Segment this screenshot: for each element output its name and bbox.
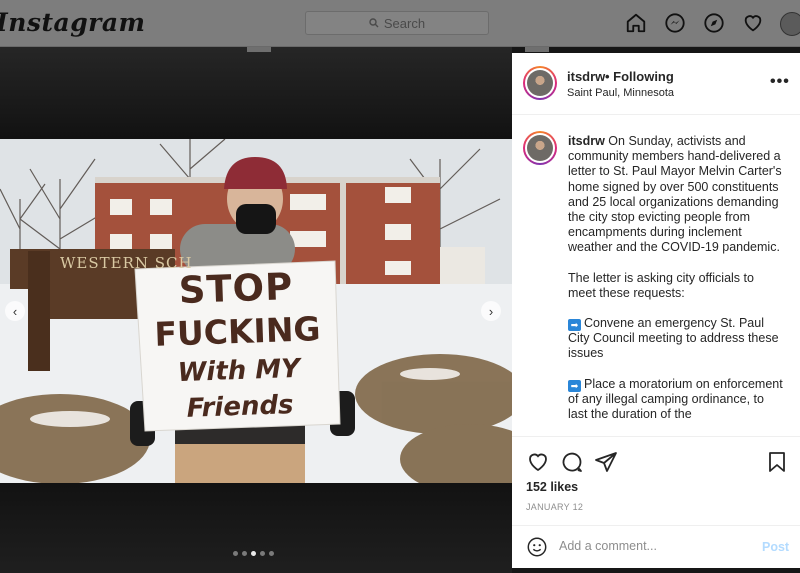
caption-author-avatar[interactable] bbox=[523, 131, 557, 165]
caption-username[interactable]: itsdrw bbox=[568, 134, 605, 148]
caption-paragraph: Place a moratorium on enforcement of any… bbox=[568, 376, 783, 422]
emoji-smiley-icon[interactable] bbox=[526, 536, 548, 558]
carousel-dots bbox=[233, 551, 274, 556]
caption-paragraph: On Sunday, activists and community membe… bbox=[568, 134, 782, 255]
post-header: itsdrw • Following Saint Paul, Minnesota… bbox=[512, 53, 800, 115]
likes-count[interactable]: 152 likes bbox=[526, 480, 578, 494]
backdrop-artifact bbox=[525, 47, 549, 52]
carousel-dot bbox=[260, 551, 265, 556]
caption-area: itsdrw On Sunday, activists and communit… bbox=[512, 115, 800, 437]
caption-paragraph: Convene an emergency St. Paul City Counc… bbox=[568, 316, 779, 361]
search-icon bbox=[369, 18, 379, 28]
post-actions bbox=[526, 450, 618, 474]
carousel-prev-button[interactable]: ‹ bbox=[5, 301, 25, 321]
carousel-dot bbox=[233, 551, 238, 556]
chevron-right-icon: › bbox=[488, 303, 494, 319]
post-comment-button[interactable]: Post bbox=[762, 540, 789, 554]
following-status[interactable]: • Following bbox=[605, 69, 674, 84]
more-options-icon[interactable]: ••• bbox=[770, 73, 790, 91]
carousel-next-button[interactable]: › bbox=[481, 301, 501, 321]
photo-blur-top bbox=[0, 47, 512, 139]
instagram-logo[interactable]: Instagram bbox=[0, 8, 146, 37]
sign-line: FUCKING bbox=[153, 309, 322, 354]
save-bookmark-icon[interactable] bbox=[765, 450, 789, 474]
sign-line: With MY Friends bbox=[177, 353, 301, 424]
caption-text: itsdrw On Sunday, activists and communit… bbox=[568, 134, 783, 436]
author-avatar[interactable] bbox=[523, 66, 557, 100]
carousel-dot bbox=[251, 551, 256, 556]
post-side-panel: itsdrw • Following Saint Paul, Minnesota… bbox=[512, 53, 800, 568]
search-placeholder: Search bbox=[383, 15, 426, 31]
like-heart-icon[interactable] bbox=[526, 450, 550, 474]
right-arrow-emoji-icon: ➡ bbox=[568, 319, 581, 332]
carousel-dot bbox=[269, 551, 274, 556]
right-arrow-emoji-icon: ➡ bbox=[568, 379, 581, 392]
messenger-icon[interactable] bbox=[663, 11, 687, 35]
profile-avatar[interactable] bbox=[780, 12, 800, 36]
activity-heart-icon[interactable] bbox=[741, 11, 765, 35]
comment-input[interactable] bbox=[559, 539, 749, 553]
carousel-dot bbox=[242, 551, 247, 556]
explore-compass-icon[interactable] bbox=[702, 11, 726, 35]
author-username[interactable]: itsdrw bbox=[567, 69, 605, 84]
comment-icon[interactable] bbox=[560, 450, 584, 474]
post-date[interactable]: JANUARY 12 bbox=[526, 502, 583, 512]
caption-paragraph: The letter is asking city officials to m… bbox=[568, 270, 754, 300]
home-icon[interactable] bbox=[624, 11, 648, 35]
post-location[interactable]: Saint Paul, Minnesota bbox=[567, 87, 674, 99]
backdrop-artifact bbox=[247, 47, 271, 52]
protest-sign-text: STOP FUCKING With MY Friends bbox=[135, 264, 340, 431]
chevron-left-icon: ‹ bbox=[12, 303, 18, 319]
photo-blur-bottom bbox=[0, 483, 512, 573]
share-paper-plane-icon[interactable] bbox=[594, 450, 618, 474]
search-box[interactable]: Search bbox=[305, 11, 489, 35]
comment-bar: Post bbox=[512, 525, 800, 568]
top-navigation: Instagram Search bbox=[0, 0, 800, 47]
sign-line: STOP bbox=[178, 265, 294, 313]
